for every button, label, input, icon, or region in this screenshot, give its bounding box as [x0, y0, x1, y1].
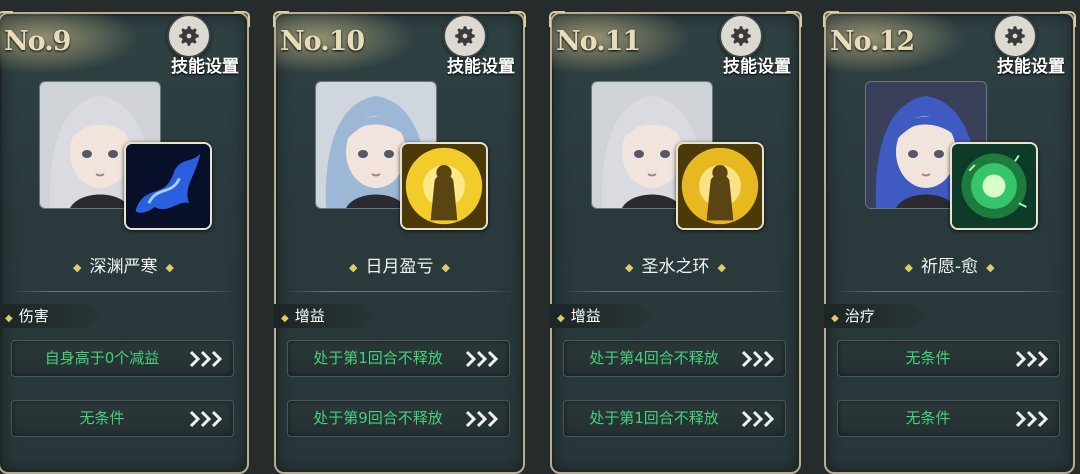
chevron-triple-icon: [741, 410, 777, 428]
slot-number: No.12: [830, 26, 915, 57]
skill-name: ◆ 深渊严寒 ◆: [0, 252, 247, 277]
condition-button-2[interactable]: 处于第1回合不释放: [563, 400, 786, 437]
divider: [10, 291, 237, 292]
skill-card-2: No.10 技能设置 ◆ 日月盈亏 ◆ ◆ 增益 处于第1回合不释放 处于第9回…: [273, 11, 526, 474]
skill-slots-panel: No.9 技能设置 ◆ 深渊严寒 ◆ ◆ 伤害 自身高于0个减益 无条件 No.…: [0, 0, 1080, 474]
condition-button-2[interactable]: 无条件: [11, 400, 234, 437]
star-icon: ◆: [281, 313, 289, 324]
skill-type-tag: ◆ 增益: [274, 304, 376, 328]
slot-number: No.10: [280, 26, 365, 57]
divider: [562, 291, 789, 292]
condition-button-1[interactable]: 处于第1回合不释放: [287, 340, 510, 377]
condition-label: 自身高于0个减益: [44, 349, 160, 367]
frame-corner: [0, 11, 13, 27]
frame-corner: [234, 11, 250, 27]
skill-name-label: 日月盈亏: [365, 257, 434, 277]
condition-label: 无条件: [905, 349, 951, 367]
condition-label: 无条件: [905, 409, 951, 427]
slot-number: No.11: [556, 26, 641, 57]
condition-label: 处于第1回合不释放: [313, 349, 443, 367]
chevron-triple-icon: [189, 410, 225, 428]
star-icon: ◆: [165, 260, 174, 274]
frame-corner: [549, 11, 565, 27]
skill-settings-button[interactable]: 技能设置: [997, 52, 1065, 77]
skill-type-tag: ◆ 治疗: [824, 304, 926, 328]
frame-corner: [273, 11, 289, 27]
star-icon: ◆: [625, 260, 634, 274]
skill-card-3: No.11 技能设置 ◆ 圣水之环 ◆ ◆ 增益 处于第4回合不释放 处于第1回…: [549, 11, 802, 474]
condition-label: 无条件: [79, 409, 125, 427]
skill-icon[interactable]: [676, 142, 764, 230]
frame-corner: [786, 11, 802, 27]
star-icon: ◆: [349, 260, 358, 274]
frame-corner: [1060, 11, 1076, 27]
skill-type-tag: ◆ 增益: [550, 304, 652, 328]
skill-type-tag: ◆ 伤害: [0, 304, 100, 328]
condition-button-2[interactable]: 无条件: [837, 400, 1060, 437]
skill-settings-button[interactable]: 技能设置: [723, 52, 791, 77]
condition-button-2[interactable]: 处于第9回合不释放: [287, 400, 510, 437]
condition-button-1[interactable]: 自身高于0个减益: [11, 340, 234, 377]
skill-name-label: 深渊严寒: [89, 257, 158, 277]
frame-corner: [510, 11, 526, 27]
skill-type-label: 增益: [294, 307, 325, 325]
skill-name: ◆ 祈愿-愈 ◆: [826, 252, 1073, 277]
skill-card-4: No.12 技能设置 ◆ 祈愿-愈 ◆ ◆ 治疗 无条件 无条件: [823, 11, 1076, 474]
skill-settings-button[interactable]: 技能设置: [447, 52, 515, 77]
star-icon: ◆: [5, 313, 13, 324]
condition-button-1[interactable]: 无条件: [837, 340, 1060, 377]
chevron-triple-icon: [1015, 410, 1051, 428]
skill-settings-button[interactable]: 技能设置: [171, 52, 239, 77]
skill-name: ◆ 圣水之环 ◆: [552, 252, 799, 277]
skill-type-label: 治疗: [844, 307, 875, 325]
star-icon: ◆: [557, 313, 565, 324]
condition-label: 处于第1回合不释放: [589, 409, 719, 427]
skill-name: ◆ 日月盈亏 ◆: [276, 252, 523, 277]
chevron-triple-icon: [465, 410, 501, 428]
skill-name-label: 祈愿-愈: [920, 257, 979, 277]
chevron-triple-icon: [189, 350, 225, 368]
chevron-triple-icon: [741, 350, 777, 368]
skill-type-label: 伤害: [18, 307, 49, 325]
skill-icon[interactable]: [400, 142, 488, 230]
star-icon: ◆: [73, 260, 82, 274]
star-icon: ◆: [441, 260, 450, 274]
star-icon: ◆: [986, 260, 995, 274]
skill-icon[interactable]: [124, 142, 212, 230]
divider: [286, 291, 513, 292]
star-icon: ◆: [904, 260, 913, 274]
skill-type-label: 增益: [570, 307, 601, 325]
skill-name-label: 圣水之环: [641, 257, 710, 277]
skill-card-1: No.9 技能设置 ◆ 深渊严寒 ◆ ◆ 伤害 自身高于0个减益 无条件: [0, 11, 250, 474]
slot-number: No.9: [4, 26, 71, 57]
chevron-triple-icon: [1015, 350, 1051, 368]
condition-button-1[interactable]: 处于第4回合不释放: [563, 340, 786, 377]
skill-icon[interactable]: [950, 142, 1038, 230]
condition-label: 处于第9回合不释放: [313, 409, 443, 427]
star-icon: ◆: [717, 260, 726, 274]
star-icon: ◆: [831, 313, 839, 324]
condition-label: 处于第4回合不释放: [589, 349, 719, 367]
frame-corner: [823, 11, 839, 27]
divider: [836, 291, 1063, 292]
chevron-triple-icon: [465, 350, 501, 368]
